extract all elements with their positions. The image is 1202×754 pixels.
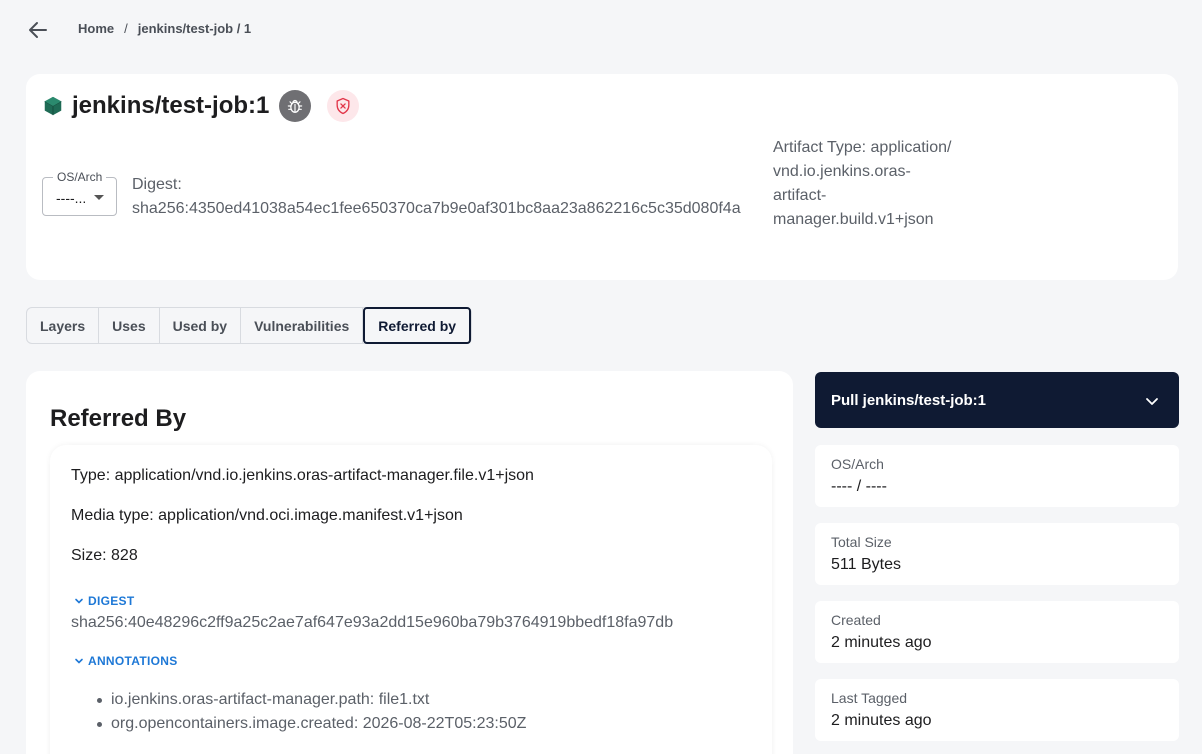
info-total-size: Total Size 511 Bytes — [815, 523, 1179, 585]
pull-command-toggle[interactable]: Pull jenkins/test-job:1 — [815, 372, 1179, 428]
digest-label: Digest: — [132, 176, 182, 193]
referrer-media-type: Media type: application/vnd.oci.image.ma… — [71, 507, 463, 524]
shield-x-icon[interactable] — [327, 90, 360, 122]
page-title: jenkins/test-job:1 — [72, 92, 270, 119]
info-value: 2 minutes ago — [831, 712, 932, 729]
referrer-digest: sha256:40e48296c2ff9a25c2ae7af647e93a2dd… — [71, 614, 674, 631]
info-os-arch: OS/Arch ---- / ---- — [815, 445, 1179, 507]
breadcrumb-current: jenkins/test-job / 1 — [137, 21, 252, 36]
referrer-item: Type: application/vnd.io.jenkins.oras-ar… — [50, 445, 772, 754]
pull-label: Pull jenkins/test-job:1 — [831, 392, 987, 409]
cube-icon — [44, 96, 62, 116]
info-label: Total Size — [831, 534, 892, 550]
bug-icon[interactable] — [279, 90, 312, 122]
info-value: ---- / ---- — [831, 478, 887, 495]
annotations-header: ANNOTATIONS — [88, 654, 178, 668]
chevron-down-icon — [75, 598, 83, 604]
referred-by-card: Referred By Type: application/vnd.io.jen… — [26, 371, 793, 754]
breadcrumb-home[interactable]: Home — [78, 21, 114, 36]
os-arch-select-value: ----... — [56, 190, 87, 206]
digest-value: sha256:4350ed41038a54ec1fee650370ca7b9e0… — [132, 200, 741, 217]
info-label: Created — [831, 612, 881, 628]
artifact-header-card: jenkins/test-job:1 OS/Arch ----... Diges… — [26, 74, 1178, 280]
tab-layers[interactable]: Layers — [27, 308, 100, 343]
tab-uses[interactable]: Uses — [99, 308, 160, 343]
annotations-toggle[interactable]: ANNOTATIONS — [74, 654, 178, 668]
os-arch-select[interactable]: OS/Arch ----... — [42, 170, 117, 216]
info-label: OS/Arch — [831, 456, 884, 472]
chevron-down-icon — [75, 658, 83, 664]
info-last-tagged: Last Tagged 2 minutes ago — [815, 679, 1179, 741]
breadcrumb: Home / jenkins/test-job / 1 — [78, 21, 251, 36]
digest-toggle[interactable]: DIGEST — [74, 594, 134, 608]
artifact-type: Artifact Type: application/ vnd.io.jenki… — [773, 139, 952, 228]
os-arch-select-label: OS/Arch — [53, 170, 107, 184]
referrer-type: Type: application/vnd.io.jenkins.oras-ar… — [71, 467, 534, 484]
tab-bar: Layers Uses Used by Vulnerabilities Refe… — [26, 307, 473, 344]
breadcrumb-separator: / — [124, 21, 128, 36]
title-row: jenkins/test-job:1 — [42, 90, 360, 122]
tab-vulnerabilities[interactable]: Vulnerabilities — [241, 308, 364, 343]
tab-used-by[interactable]: Used by — [160, 308, 242, 343]
tab-referred-by[interactable]: Referred by — [363, 307, 472, 344]
info-label: Last Tagged — [831, 690, 908, 706]
digest-header: DIGEST — [88, 594, 135, 608]
back-arrow-icon[interactable] — [26, 18, 50, 42]
referrer-size: Size: 828 — [71, 547, 138, 564]
caret-down-icon — [94, 195, 104, 200]
annotation-item: io.jenkins.oras-artifact-manager.path: f… — [95, 688, 526, 712]
chevron-down-icon — [1146, 398, 1158, 405]
top-bar: Home / jenkins/test-job / 1 — [0, 0, 1202, 60]
annotation-item: org.opencontainers.image.created: 2026-0… — [95, 712, 526, 736]
info-created: Created 2 minutes ago — [815, 601, 1179, 663]
info-value: 2 minutes ago — [831, 634, 932, 651]
info-value: 511 Bytes — [831, 556, 901, 573]
referred-by-title: Referred By — [50, 405, 187, 432]
annotations-list: io.jenkins.oras-artifact-manager.path: f… — [95, 688, 526, 736]
